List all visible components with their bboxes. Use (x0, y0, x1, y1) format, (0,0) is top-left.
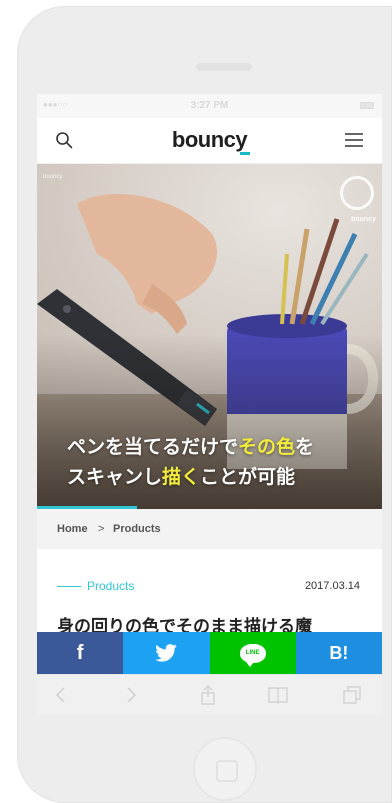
hamburger-menu-icon[interactable] (345, 133, 363, 147)
hero-image[interactable]: bouncy bouncy ペンを当てるだけでその色を スキャンし描くことが可能 (37, 164, 382, 509)
article-date: 2017.03.14 (304, 580, 360, 592)
twitter-bird-icon (155, 644, 178, 662)
share-bar: f LINE B! (37, 632, 382, 674)
speaker-grille (196, 63, 252, 71)
breadcrumb-current[interactable]: Products (113, 523, 161, 535)
breadcrumb-home[interactable]: Home (57, 523, 88, 535)
breadcrumb: Home > Products (37, 509, 382, 549)
phone-screen: ●●●○○ 3:27 PM bouncy bouncy bouncy ペンを当て… (37, 94, 382, 714)
article-header: Products 2017.03.14 身の回りの色でそのまま描ける魔 (37, 549, 382, 644)
battery-icon (360, 102, 374, 109)
hero-caption: ペンを当てるだけでその色を スキャンし描くことが可能 (67, 432, 314, 492)
back-icon[interactable] (51, 685, 71, 705)
bookmarks-icon[interactable] (268, 685, 288, 705)
facebook-icon: f (76, 641, 84, 664)
forward-icon[interactable] (121, 685, 141, 705)
site-logo[interactable]: bouncy (37, 127, 382, 153)
status-bar: ●●●○○ 3:27 PM (37, 94, 382, 118)
twitter-share-button[interactable] (123, 632, 210, 674)
hero-watermark: bouncy (43, 174, 63, 180)
share-icon[interactable] (198, 685, 218, 705)
tabs-icon[interactable] (342, 685, 362, 705)
app-header: bouncy (37, 118, 382, 164)
hatena-bookmark-button[interactable]: B! (295, 632, 382, 674)
logo-accent (240, 152, 250, 155)
breadcrumb-separator: > (98, 523, 105, 535)
line-share-button[interactable]: LINE (209, 632, 296, 674)
facebook-share-button[interactable]: f (37, 632, 124, 674)
hero-caption-line-1: ペンを当てるだけでその色を (67, 436, 315, 458)
hero-caption-line-2: スキャンし描くことが可能 (67, 466, 296, 488)
status-time: 3:27 PM (190, 100, 229, 111)
home-button[interactable] (193, 737, 257, 801)
hatena-bookmark-icon: B! (329, 642, 349, 663)
line-icon: LINE (239, 643, 266, 667)
category-line (57, 586, 81, 587)
hero-badge-label: bouncy (351, 216, 376, 223)
article-category[interactable]: Products (87, 579, 134, 593)
browser-toolbar (37, 674, 382, 714)
bouncy-badge-icon (340, 176, 374, 210)
